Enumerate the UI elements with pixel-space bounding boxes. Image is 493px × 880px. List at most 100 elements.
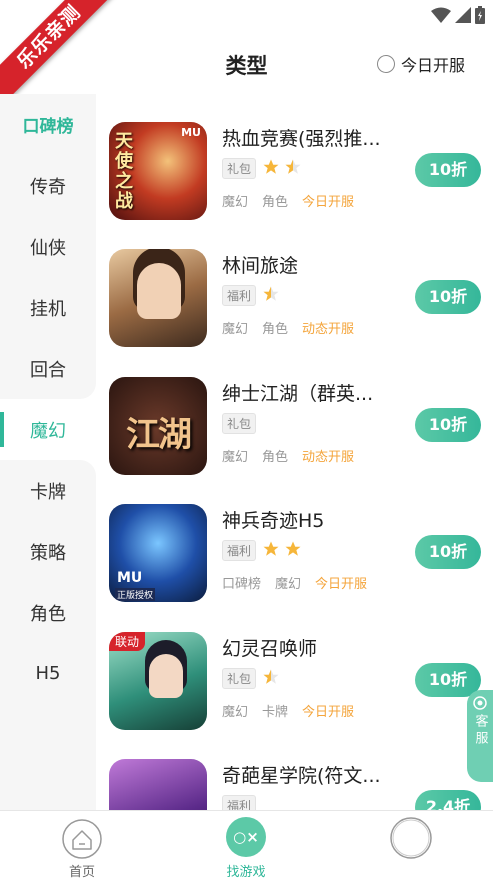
sidebar-item-h5[interactable]: H5 xyxy=(0,643,96,704)
find-games-icon: ○× xyxy=(226,817,266,857)
status-icons xyxy=(431,6,485,24)
star-icon xyxy=(263,541,279,556)
sidebar-item-label: 口碑榜 xyxy=(22,117,74,137)
sidebar-item-mohuan[interactable]: 魔幻 xyxy=(0,399,96,460)
game-tag: 福利 xyxy=(222,795,257,810)
game-thumbnail[interactable]: 江湖 xyxy=(109,377,207,475)
game-tag: 礼包 xyxy=(222,158,257,179)
eye-icon xyxy=(473,696,487,710)
meta-type: 卡牌 xyxy=(262,705,289,720)
nav-home[interactable]: 首页 xyxy=(22,811,142,880)
thumb-badge: MU xyxy=(117,570,143,586)
discount-button[interactable]: 10折 xyxy=(415,280,481,314)
game-item[interactable]: 奇葩星学院(符文... 福利 2.4折 xyxy=(96,759,493,810)
rating-stars xyxy=(262,540,302,558)
server-open-status: 今日开服 xyxy=(315,577,368,592)
game-name: 绅士江湖（群英... xyxy=(222,383,374,405)
half-star-icon xyxy=(285,159,301,174)
home-icon xyxy=(62,819,102,859)
today-open-toggle[interactable]: 今日开服 xyxy=(376,52,465,76)
radio-icon[interactable] xyxy=(376,55,395,73)
customer-service-button[interactable]: 客服 xyxy=(467,690,493,782)
server-open-status: 动态开服 xyxy=(302,322,355,337)
service-label: 客服 xyxy=(472,714,488,748)
discount-button[interactable]: 10折 xyxy=(415,663,481,697)
game-meta: 口碑榜 魔幻 今日开服 xyxy=(222,573,367,592)
meta-type: 角色 xyxy=(262,195,289,210)
meta-category: 魔幻 xyxy=(222,195,249,210)
thumb-figure xyxy=(149,654,183,698)
sidebar-item-label: H5 xyxy=(35,663,61,684)
meta-category: 口碑榜 xyxy=(222,577,262,592)
battery-icon xyxy=(475,6,485,24)
game-name: 奇葩星学院(符文... xyxy=(222,765,381,787)
header: 类型 今日开服 xyxy=(0,34,493,92)
sidebar-item-chuanqi[interactable]: 传奇 xyxy=(0,155,96,216)
game-thumbnail[interactable] xyxy=(109,759,207,810)
sidebar-item-label: 仙侠 xyxy=(30,237,66,259)
game-meta: 魔幻 卡牌 今日开服 xyxy=(222,701,354,720)
game-item[interactable]: 天使之战 MU 热血竞赛(强烈推... 礼包 魔幻 角色 今日开服 10折 xyxy=(96,122,493,250)
game-tag: 福利 xyxy=(222,285,257,306)
discount-button[interactable]: 10折 xyxy=(415,153,481,187)
thumb-figure xyxy=(137,263,181,319)
sidebar-item-juese[interactable]: 角色 xyxy=(0,582,96,643)
game-item[interactable]: 林间旅途 福利 魔幻 角色 动态开服 10折 xyxy=(96,249,493,377)
thumb-title: 江湖 xyxy=(126,415,192,455)
nav-profile[interactable] xyxy=(351,811,471,879)
game-meta: 魔幻 角色 今日开服 xyxy=(222,191,354,210)
half-star-icon xyxy=(263,669,279,684)
profile-icon xyxy=(390,817,432,859)
meta-category: 魔幻 xyxy=(222,322,249,337)
signal-icon xyxy=(455,7,471,23)
meta-category: 魔幻 xyxy=(222,705,249,720)
meta-type: 角色 xyxy=(262,322,289,337)
game-name: 神兵奇迹H5 xyxy=(222,510,325,532)
discount-button[interactable]: 2.4折 xyxy=(415,790,481,810)
thumb-badge: 联动 xyxy=(109,632,146,651)
sidebar-item-label: 角色 xyxy=(30,603,66,625)
game-thumbnail[interactable] xyxy=(109,249,207,347)
sidebar-item-xianxia[interactable]: 仙侠 xyxy=(0,216,96,277)
game-thumbnail[interactable]: 联动 xyxy=(109,632,207,730)
nav-find-games[interactable]: ○× 找游戏 xyxy=(186,811,306,880)
game-tag: 福利 xyxy=(222,540,257,561)
thumb-title: 天使之战 xyxy=(115,131,133,212)
discount-button[interactable]: 10折 xyxy=(415,408,481,442)
wifi-icon xyxy=(431,7,451,23)
game-tag: 礼包 xyxy=(222,668,257,689)
game-meta: 魔幻 角色 动态开服 xyxy=(222,446,354,465)
half-star-icon xyxy=(263,286,279,301)
sidebar-item-koubeibang[interactable]: 口碑榜 xyxy=(0,94,96,155)
active-indicator xyxy=(0,412,4,447)
server-open-status: 今日开服 xyxy=(302,195,355,210)
server-open-status: 今日开服 xyxy=(302,705,355,720)
sidebar-item-label: 卡牌 xyxy=(30,481,66,503)
sidebar-item-label: 策略 xyxy=(30,542,66,564)
sidebar-item-label: 挂机 xyxy=(30,298,66,320)
thumb-badge: MU xyxy=(181,126,201,139)
sidebar-item-kapai[interactable]: 卡牌 xyxy=(0,460,96,521)
category-sidebar: 口碑榜 传奇 仙侠 挂机 回合 魔幻 卡牌 策略 角色 H5 xyxy=(0,94,96,810)
game-thumbnail[interactable]: 天使之战 MU xyxy=(109,122,207,220)
game-list: 天使之战 MU 热血竞赛(强烈推... 礼包 魔幻 角色 今日开服 10折 林间… xyxy=(96,94,493,810)
thumb-subtitle: 正版授权 xyxy=(115,588,156,601)
discount-button[interactable]: 10折 xyxy=(415,535,481,569)
nav-home-label: 首页 xyxy=(68,865,95,880)
today-open-label: 今日开服 xyxy=(400,56,465,75)
meta-type: 角色 xyxy=(262,450,289,465)
status-bar: 乐乐亲测 xyxy=(0,0,493,108)
game-item[interactable]: 江湖 绅士江湖（群英... 礼包 魔幻 角色 动态开服 10折 xyxy=(96,377,493,505)
rating-stars xyxy=(262,285,280,303)
sidebar-item-label: 传奇 xyxy=(30,176,66,198)
meta-type: 魔幻 xyxy=(275,577,302,592)
game-item[interactable]: MU 正版授权 神兵奇迹H5 福利 口碑榜 魔幻 今日开服 10折 xyxy=(96,504,493,632)
sidebar-item-celue[interactable]: 策略 xyxy=(0,521,96,582)
sidebar-item-guaji[interactable]: 挂机 xyxy=(0,277,96,338)
game-item[interactable]: 联动 幻灵召唤师 礼包 魔幻 卡牌 今日开服 10折 xyxy=(96,632,493,760)
bottom-nav: 首页 ○× 找游戏 xyxy=(0,810,493,880)
rating-stars xyxy=(262,158,302,176)
game-name: 林间旅途 xyxy=(222,255,299,277)
star-icon xyxy=(285,541,301,556)
game-thumbnail[interactable]: MU 正版授权 xyxy=(109,504,207,602)
